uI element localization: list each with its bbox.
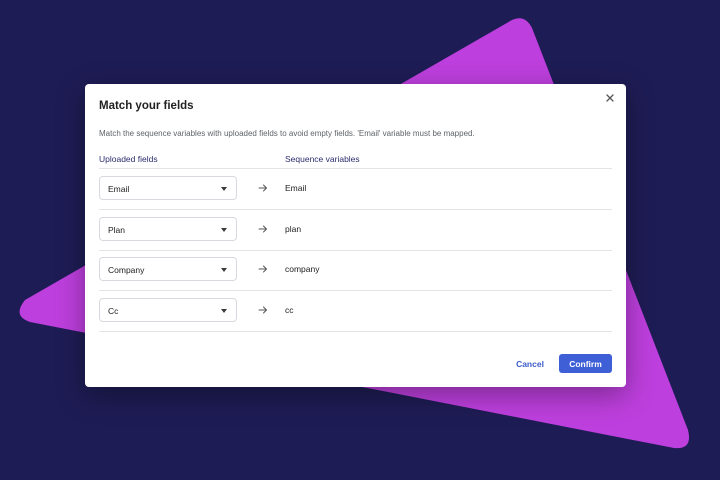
cancel-button[interactable]: Cancel [507, 354, 553, 373]
arrow-right-icon [258, 306, 267, 314]
dropdown-caret-icon [221, 268, 227, 272]
select-value: Cc [108, 306, 119, 316]
mapping-row: Company company [99, 250, 612, 291]
arrow-right-icon [258, 184, 267, 192]
mapping-row: Cc cc [99, 291, 612, 332]
uploaded-field-select[interactable]: Email [99, 176, 237, 200]
uploaded-fields-header: Uploaded fields [99, 154, 158, 164]
close-button[interactable] [602, 90, 618, 106]
arrow-right-icon [258, 265, 267, 273]
dialog-description: Match the sequence variables with upload… [99, 129, 475, 138]
uploaded-field-select[interactable]: Plan [99, 217, 237, 241]
confirm-button[interactable]: Confirm [559, 354, 612, 373]
select-value: Email [108, 184, 130, 194]
sequence-variables-header: Sequence variables [285, 154, 360, 164]
dropdown-caret-icon [221, 187, 227, 191]
select-value: Company [108, 265, 145, 275]
sequence-variable: Email [285, 183, 307, 193]
select-value: Plan [108, 225, 126, 235]
sequence-variable: cc [285, 305, 294, 315]
mapping-row: Plan plan [99, 210, 612, 251]
match-fields-dialog: Match your fields Match the sequence var… [85, 84, 626, 387]
dropdown-caret-icon [221, 309, 227, 313]
close-icon [606, 94, 614, 102]
mapping-row: Email Email [99, 169, 612, 210]
uploaded-field-select[interactable]: Company [99, 257, 237, 281]
sequence-variable: plan [285, 224, 302, 234]
dialog-title: Match your fields [99, 100, 194, 112]
sequence-variable: company [285, 264, 320, 274]
dropdown-caret-icon [221, 228, 227, 232]
arrow-right-icon [258, 225, 267, 233]
uploaded-field-select[interactable]: Cc [99, 298, 237, 322]
